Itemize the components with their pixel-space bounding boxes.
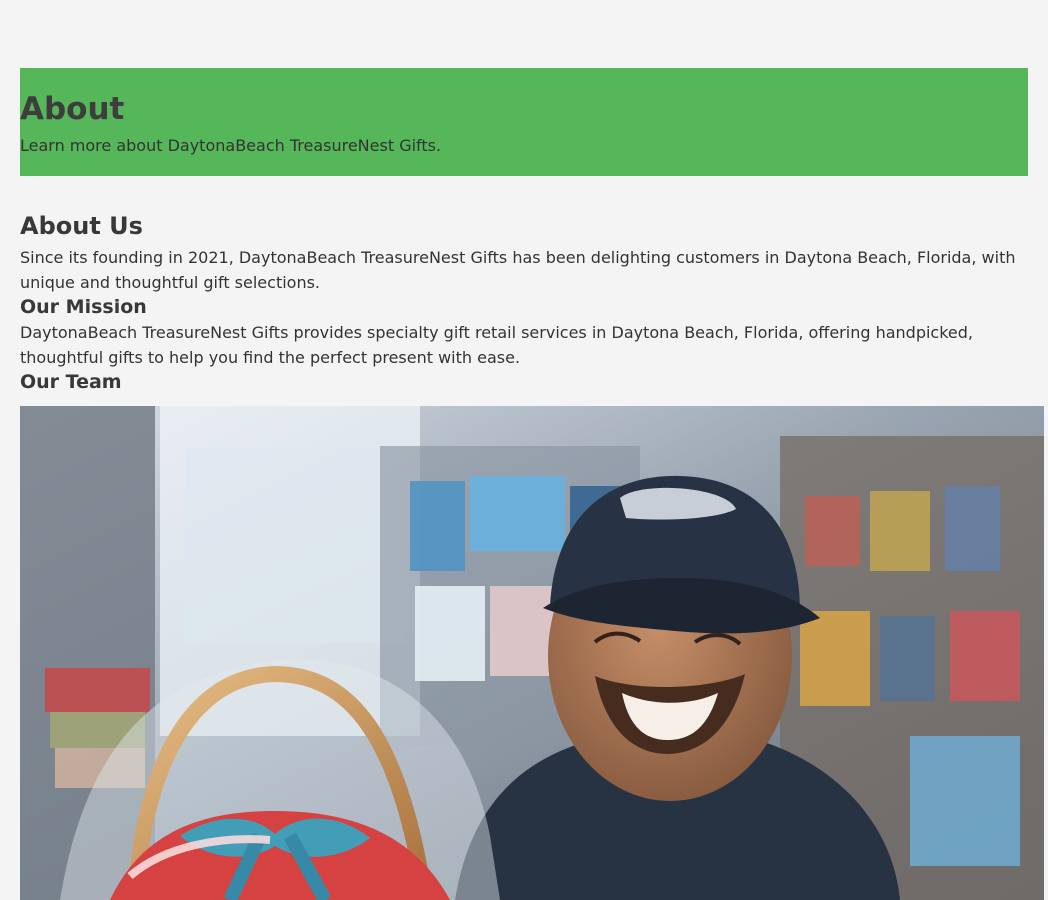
about-us-text: Since its founding in 2021, DaytonaBeach… [20, 248, 1016, 292]
hero-banner: About Learn more about DaytonaBeach Trea… [20, 68, 1028, 176]
about-content: About Us Since its founding in 2021, Day… [20, 208, 1028, 395]
hero-subtitle: Learn more about DaytonaBeach TreasureNe… [20, 136, 442, 155]
about-us-section: About Us Since its founding in 2021, Day… [20, 208, 1028, 295]
page-title: About [20, 91, 125, 127]
team-photo-illustration [20, 406, 1044, 900]
team-photo [20, 406, 1044, 900]
about-us-heading: About Us [20, 212, 143, 240]
mission-heading: Our Mission [20, 296, 147, 318]
team-section: Our Team [20, 370, 1028, 395]
team-heading: Our Team [20, 371, 122, 393]
mission-section: Our Mission DaytonaBeach TreasureNest Gi… [20, 295, 1028, 370]
about-page: About Learn more about DaytonaBeach Trea… [0, 0, 1048, 900]
mission-text: DaytonaBeach TreasureNest Gifts provides… [20, 323, 973, 367]
